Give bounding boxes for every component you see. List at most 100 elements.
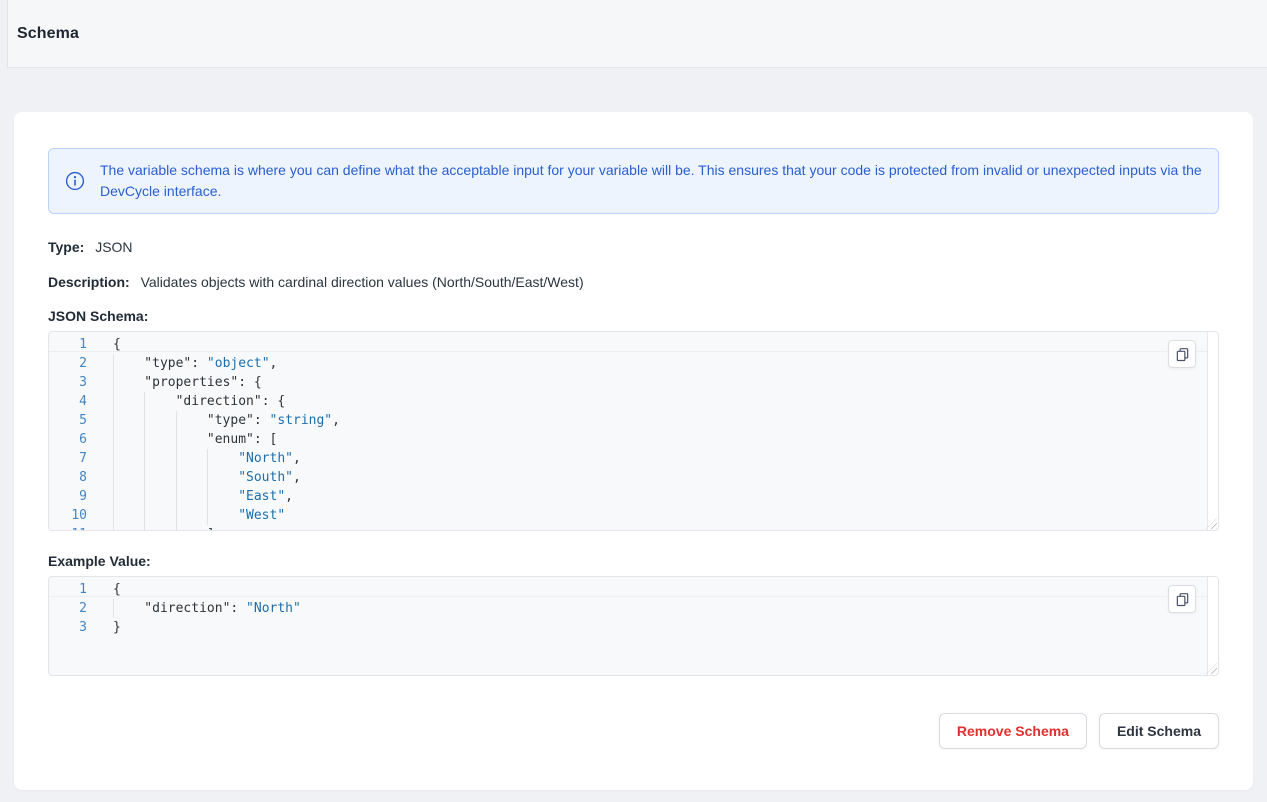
code-line: 1{	[49, 335, 1218, 354]
code-token: :	[191, 354, 207, 373]
type-value: JSON	[95, 239, 132, 255]
code-token: "enum"	[207, 430, 254, 449]
line-number: 1	[49, 580, 113, 599]
indent-guide	[176, 468, 207, 487]
line-number: 9	[49, 487, 113, 506]
info-alert: The variable schema is where you can def…	[48, 148, 1219, 214]
description-row: Description: Validates objects with card…	[48, 274, 1219, 290]
code-line: 2 "direction": "North"	[49, 599, 1218, 618]
line-number: 1	[49, 335, 113, 354]
code-token: ,	[270, 354, 278, 373]
line-number: 3	[49, 373, 113, 392]
line-number: 10	[49, 506, 113, 525]
line-number: 8	[49, 468, 113, 487]
code-line: 2"type": "object",	[49, 354, 1218, 373]
code-line: 11]	[49, 525, 1218, 531]
code-token: :	[254, 411, 270, 430]
code-line: 4 "direction": {	[49, 392, 1218, 411]
code-token: "South"	[238, 468, 293, 487]
code-token: "North"	[246, 599, 301, 618]
line-number: 3	[49, 618, 113, 637]
indent-guide	[113, 599, 144, 618]
indent-guide	[176, 525, 207, 531]
indent-guide	[176, 449, 207, 468]
code-token: "string"	[270, 411, 333, 430]
indent-guide	[176, 411, 207, 430]
indent-guide	[144, 468, 175, 487]
edit-schema-button[interactable]: Edit Schema	[1099, 713, 1219, 749]
indent-guide	[207, 468, 238, 487]
code-token: ,	[293, 449, 301, 468]
indent-guide	[113, 525, 144, 531]
indent-guide	[144, 487, 175, 506]
action-footer: Remove Schema Edit Schema	[48, 713, 1219, 749]
indent-guide	[176, 506, 207, 525]
code-line: 10 "West"	[49, 506, 1218, 525]
line-number: 11	[49, 525, 113, 531]
indent-guide	[113, 468, 144, 487]
remove-schema-button[interactable]: Remove Schema	[939, 713, 1087, 749]
schema-card: The variable schema is where you can def…	[14, 112, 1253, 790]
code-token: {	[113, 580, 121, 599]
code-line: 3}	[49, 618, 1218, 637]
indent-guide	[207, 449, 238, 468]
editor-scrollbar[interactable]	[1207, 577, 1218, 675]
code-content: 1{2"type": "object",3"properties": {4 "di…	[49, 332, 1218, 531]
info-circle-icon	[65, 171, 85, 191]
code-token: ,	[332, 411, 340, 430]
code-line: 6"enum": [	[49, 430, 1218, 449]
indent-guide	[207, 506, 238, 525]
indent-guide	[176, 430, 207, 449]
copy-icon	[1175, 592, 1190, 607]
editor-scrollbar[interactable]	[1207, 332, 1218, 530]
indent-guide	[113, 411, 144, 430]
copy-button[interactable]	[1168, 585, 1196, 613]
indent-guide	[176, 487, 207, 506]
copy-icon	[1175, 347, 1190, 362]
indent-guide	[144, 411, 175, 430]
code-token: "object"	[207, 354, 270, 373]
line-number: 4	[49, 392, 113, 411]
copy-button[interactable]	[1168, 340, 1196, 368]
json-schema-editor[interactable]: 1{2"type": "object",3"properties": {4 "di…	[48, 331, 1219, 531]
example-value-label: Example Value:	[48, 552, 1219, 570]
code-line: 5 "type": "string",	[49, 411, 1218, 430]
indent-guide	[207, 487, 238, 506]
indent-guide	[113, 430, 144, 449]
page-title: Schema	[17, 25, 79, 43]
alert-message: The variable schema is where you can def…	[100, 160, 1202, 202]
code-token: {	[113, 335, 121, 354]
indent-guide	[144, 449, 175, 468]
line-number: 5	[49, 411, 113, 430]
code-token: : {	[262, 392, 285, 411]
page-header: Schema	[7, 0, 1267, 68]
example-value-editor[interactable]: 1{2"direction": "North"3}	[48, 576, 1219, 676]
code-token: "direction"	[144, 599, 230, 618]
code-line: 3"properties": {	[49, 373, 1218, 392]
code-token: :	[230, 599, 246, 618]
code-token: "direction"	[176, 392, 262, 411]
code-token: "West"	[238, 506, 285, 525]
indent-guide	[144, 525, 175, 531]
code-token: : {	[238, 373, 261, 392]
description-label: Description:	[48, 274, 130, 290]
line-number: 2	[49, 599, 113, 618]
code-content: 1{2"direction": "North"3}	[49, 577, 1218, 637]
code-token: "North"	[238, 449, 293, 468]
indent-guide	[113, 392, 144, 411]
code-token: ,	[293, 468, 301, 487]
indent-guide	[113, 354, 144, 373]
type-row: Type: JSON	[48, 239, 1219, 255]
indent-guide	[144, 506, 175, 525]
indent-guide	[113, 449, 144, 468]
code-line: 7"North",	[49, 449, 1218, 468]
indent-guide	[144, 392, 175, 411]
code-token: "East"	[238, 487, 285, 506]
indent-guide	[144, 430, 175, 449]
code-token: "type"	[207, 411, 254, 430]
code-token: }	[113, 618, 121, 637]
code-token: "type"	[144, 354, 191, 373]
indent-guide	[113, 373, 144, 392]
code-line: 9"East",	[49, 487, 1218, 506]
description-value: Validates objects with cardinal directio…	[141, 274, 584, 290]
